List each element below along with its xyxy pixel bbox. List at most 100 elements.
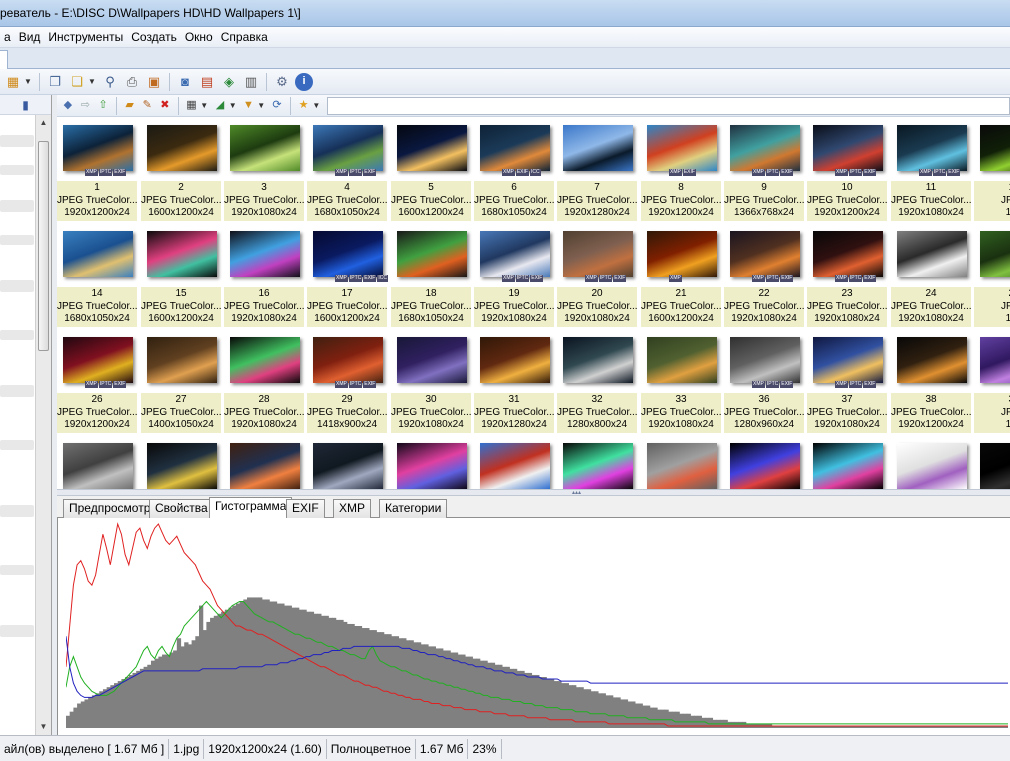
thumbnail-item[interactable]: XMP IPTC EXIF 1 JPEG TrueColor... 1920x1200x2… [57, 117, 137, 221]
tree-item[interactable] [0, 165, 34, 175]
thumbnail-item[interactable] [307, 435, 387, 489]
tree-item[interactable] [0, 385, 34, 397]
thumbnail-item[interactable]: XMP IPTC EXIF 22 JPEG TrueColor... 1920x1080x… [724, 223, 804, 327]
thumbnail-image[interactable] [730, 337, 800, 383]
rename-icon[interactable]: ✎ [139, 98, 155, 114]
thumbnail-item[interactable]: 31 JPEG TrueColor... 1920x1280x24 [474, 329, 554, 433]
thumbnail-image[interactable] [647, 125, 717, 171]
thumbnail-item[interactable] [974, 435, 1010, 489]
thumbnail-item[interactable] [891, 435, 971, 489]
thumbnail-item[interactable]: 32 JPEG TrueColor... 1280x800x24 [557, 329, 637, 433]
menu-item-2[interactable]: Инструменты [44, 30, 127, 44]
chevron-down-icon[interactable]: ▼ [312, 101, 320, 110]
thumbnail-item[interactable]: XMP IPTC EXIF 19 JPEG TrueColor... 1920x1080x… [474, 223, 554, 327]
thumbnail-image[interactable] [480, 231, 550, 277]
menu-item-3[interactable]: Создать [127, 30, 181, 44]
thumbnail-image[interactable] [397, 125, 467, 171]
new-folder-icon[interactable]: ▰ [122, 98, 138, 114]
chevron-down-icon[interactable]: ▼ [88, 77, 96, 86]
thumbnail-item[interactable] [641, 435, 721, 489]
thumbnail-item[interactable]: XMP IPTC EXIF 11 JPEG TrueColor... 1920x1080x… [891, 117, 971, 221]
thumbnail-item[interactable] [57, 435, 137, 489]
open-icon[interactable]: ❐ [46, 73, 64, 91]
thumbnail-image[interactable] [63, 231, 133, 277]
thumbnail-item[interactable]: XMP IPTC EXIF ICC 17 JPEG TrueColor... 1600x12… [307, 223, 388, 327]
thumbnail-item[interactable] [807, 435, 887, 489]
chevron-down-icon[interactable]: ▼ [229, 101, 237, 110]
thumbnail-image[interactable] [980, 125, 1010, 171]
splitter-grip-icon[interactable]: ▴▴▴ [572, 489, 581, 496]
tab-5[interactable]: Категории [379, 499, 448, 518]
thumbnail-item[interactable]: 14 JPEG TrueColor... 1680x1050x24 [57, 223, 137, 327]
thumbnail-item[interactable]: 18 JPEG TrueColor... 1680x1050x24 [391, 223, 471, 327]
thumbnail-image[interactable] [980, 231, 1010, 277]
thumbnail-image[interactable] [147, 443, 217, 489]
thumbnail-image[interactable] [980, 443, 1010, 489]
thumbnail-item[interactable] [724, 435, 804, 489]
sort-icon[interactable]: ◢ [212, 98, 228, 114]
thumbnail-item[interactable]: 5 JPEG TrueColor... 1600x1200x24 [391, 117, 471, 221]
tree-item[interactable] [0, 200, 34, 212]
tree-item[interactable] [0, 625, 34, 637]
thumbnail-item[interactable]: 15 JPEG TrueColor... 1600x1200x24 [141, 223, 221, 327]
thumbnail-item[interactable]: XMP IPTC EXIF 37 JPEG TrueColor... 1920x1080x… [807, 329, 887, 433]
thumbnail-image[interactable] [480, 337, 550, 383]
thumbnail-item[interactable]: 28 JPEG TrueColor... 1920x1080x24 [224, 329, 304, 433]
thumbnail-item[interactable]: 33 JPEG TrueColor... 1920x1080x24 [641, 329, 721, 433]
thumbnail-item[interactable]: XMP IPTC EXIF 9 JPEG TrueColor... 1366x768x24 [724, 117, 804, 221]
back-icon[interactable]: ◆ [60, 98, 76, 114]
tab-0[interactable]: Предпросмотр [63, 499, 157, 518]
thumbnail-item[interactable]: 24 JPEG TrueColor... 1920x1080x24 [891, 223, 971, 327]
thumbnail-item[interactable]: 25JPEG192 [974, 223, 1010, 327]
menu-item-5[interactable]: Справка [217, 30, 272, 44]
thumbnail-image[interactable] [147, 337, 217, 383]
thumbnail-image[interactable] [813, 231, 883, 277]
thumbnail-image[interactable] [897, 231, 967, 277]
slideshow-icon[interactable]: ▣ [145, 73, 163, 91]
tree-item[interactable] [0, 505, 34, 517]
thumbnail-item[interactable]: XMP IPTC EXIF 10 JPEG TrueColor... 1920x1200x… [807, 117, 887, 221]
thumbnail-image[interactable] [147, 125, 217, 171]
thumbnail-item[interactable]: XMP IPTC EXIF 4 JPEG TrueColor... 1680x1050x2… [307, 117, 387, 221]
thumbnail-image[interactable] [230, 125, 300, 171]
thumbnail-image[interactable] [480, 125, 550, 171]
thumbnail-image[interactable] [813, 125, 883, 171]
folder-icon[interactable]: ▦ [4, 73, 22, 91]
thumbnail-image[interactable] [730, 125, 800, 171]
tab-4[interactable]: XMP [333, 499, 372, 518]
thumbnail-item[interactable]: 7 JPEG TrueColor... 1920x1280x24 [557, 117, 637, 221]
screen-icon[interactable]: ▤ [198, 73, 216, 91]
horizontal-splitter[interactable]: ▴▴▴ [57, 489, 1010, 496]
thumbnail-image[interactable] [397, 231, 467, 277]
thumbnail-item[interactable]: 39JPEG128 [974, 329, 1010, 433]
thumbnail-image[interactable] [897, 337, 967, 383]
thumbnail-item[interactable]: 27 JPEG TrueColor... 1400x1050x24 [141, 329, 221, 433]
thumbnail-item[interactable]: 12JPEG192 [974, 117, 1010, 221]
thumbnail-image[interactable] [147, 231, 217, 277]
thumbnail-item[interactable]: XMP EXIF 8 JPEG TrueColor... 1920x1200x24 [641, 117, 721, 221]
thumbnail-item[interactable] [474, 435, 554, 489]
thumbnail-item[interactable]: XMP IPTC EXIF 20 JPEG TrueColor... 1920x1080x… [557, 223, 637, 327]
thumbnail-image[interactable] [813, 443, 883, 489]
thumbnail-item[interactable] [224, 435, 304, 489]
thumbnail-item[interactable]: 2 JPEG TrueColor... 1600x1200x24 [141, 117, 221, 221]
thumbnail-image[interactable] [313, 337, 383, 383]
thumbnail-item[interactable] [391, 435, 471, 489]
chevron-down-icon[interactable]: ▼ [24, 77, 32, 86]
thumbnail-image[interactable] [63, 337, 133, 383]
thumbnail-image[interactable] [897, 125, 967, 171]
thumbnail-image[interactable] [563, 443, 633, 489]
thumbnail-image[interactable] [313, 125, 383, 171]
thumbnail-image[interactable] [397, 443, 467, 489]
thumbnail-image[interactable] [730, 443, 800, 489]
refresh-icon[interactable]: ⟳ [269, 98, 285, 114]
tab-2[interactable]: Гистограмма [209, 497, 293, 519]
favorites-icon[interactable]: ★ [296, 98, 312, 114]
thumbnail-image[interactable] [480, 443, 550, 489]
up-icon[interactable]: ⇧ [95, 98, 111, 114]
find-icon[interactable]: ⚲ [101, 73, 119, 91]
tree-item[interactable] [0, 135, 34, 147]
thumbnail-image[interactable] [563, 337, 633, 383]
thumbnail-image[interactable] [313, 231, 383, 277]
thumbnail-image[interactable] [730, 231, 800, 277]
